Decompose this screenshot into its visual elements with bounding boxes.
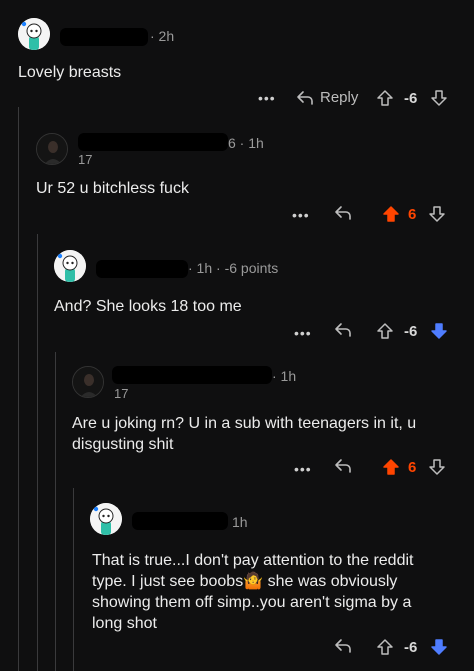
vote-score: 6 bbox=[408, 459, 417, 476]
reply-arrow-icon bbox=[335, 323, 351, 337]
user-avatar[interactable] bbox=[54, 250, 86, 282]
thread-line bbox=[37, 234, 38, 671]
comment-text-line: Are u joking rn? U in a sub with teenage… bbox=[72, 415, 417, 432]
reply-button[interactable] bbox=[334, 458, 352, 474]
more-icon: ••• bbox=[292, 207, 310, 223]
downvote-arrow-icon bbox=[431, 90, 447, 106]
downvote-button[interactable] bbox=[428, 205, 446, 223]
thread-line bbox=[73, 488, 74, 671]
comment-text-line: Ur 52 u bitchless fuck bbox=[36, 180, 189, 197]
downvote-button[interactable] bbox=[428, 458, 446, 476]
redacted-username bbox=[96, 260, 188, 278]
more-options-button[interactable]: ••• bbox=[294, 325, 312, 341]
comment-text-line: disgusting shit bbox=[72, 436, 174, 453]
reply-button[interactable] bbox=[334, 638, 352, 654]
thread-line bbox=[55, 352, 56, 671]
comment-body: Ur 52 u bitchless fuck bbox=[36, 178, 189, 199]
vote-score: 6 bbox=[408, 206, 417, 223]
reply-arrow-icon bbox=[297, 90, 313, 105]
comment-meta: 6 · 1h bbox=[228, 135, 264, 151]
more-icon: ••• bbox=[258, 90, 276, 106]
vote-score: -6 bbox=[404, 323, 418, 340]
redacted-username bbox=[60, 28, 148, 46]
reply-button[interactable] bbox=[334, 322, 352, 338]
thread-line bbox=[18, 107, 19, 671]
comment-text-line: That is true...I don't pay attention to … bbox=[92, 552, 414, 569]
user-flair: 17 bbox=[114, 386, 129, 401]
redacted-username bbox=[132, 512, 228, 530]
comment-body: Lovely breasts bbox=[18, 62, 121, 83]
comment-body: And? She looks 18 too me bbox=[54, 296, 242, 317]
user-avatar[interactable] bbox=[36, 133, 68, 165]
reply-arrow-icon bbox=[335, 639, 351, 653]
snoo-avatar-icon bbox=[18, 18, 50, 50]
upvote-button[interactable] bbox=[376, 89, 394, 107]
upvote-button[interactable] bbox=[382, 458, 400, 476]
comment-text-line: showing them off simp..you aren't sigma … bbox=[92, 594, 412, 611]
upvote-button[interactable] bbox=[376, 322, 394, 340]
downvote-button[interactable] bbox=[430, 89, 448, 107]
downvote-arrow-icon bbox=[431, 639, 447, 655]
redacted-username bbox=[112, 366, 272, 384]
comment-text-line: And? She looks 18 too me bbox=[54, 298, 242, 315]
more-options-button[interactable]: ••• bbox=[258, 90, 276, 106]
profile-photo-icon bbox=[73, 367, 103, 397]
reply-arrow-icon bbox=[335, 459, 351, 473]
upvote-arrow-icon bbox=[377, 639, 393, 655]
upvote-button[interactable] bbox=[382, 205, 400, 223]
vote-score: -6 bbox=[404, 639, 418, 656]
downvote-arrow-icon bbox=[431, 323, 447, 339]
reply-button[interactable] bbox=[334, 205, 352, 221]
comment-meta: · 1h bbox=[272, 368, 297, 384]
upvote-arrow-icon bbox=[383, 459, 399, 475]
comment-body: That is true...I don't pay attention to … bbox=[92, 550, 413, 634]
downvote-button[interactable] bbox=[430, 322, 448, 340]
reply-label: Reply bbox=[320, 89, 359, 106]
comment-meta: 1h bbox=[232, 514, 248, 530]
upvote-arrow-icon bbox=[377, 323, 393, 339]
upvote-button[interactable] bbox=[376, 638, 394, 656]
upvote-arrow-icon bbox=[377, 90, 393, 106]
redacted-username bbox=[78, 133, 228, 151]
reply-button[interactable]: Reply bbox=[296, 89, 358, 106]
comment-text-line: type. I just see boobs🤷 she was obviousl… bbox=[92, 573, 398, 590]
snoo-avatar-icon bbox=[54, 250, 86, 282]
snoo-avatar-icon bbox=[90, 503, 122, 535]
reply-arrow-icon bbox=[335, 206, 351, 220]
user-avatar[interactable] bbox=[18, 18, 50, 50]
more-options-button[interactable]: ••• bbox=[292, 207, 310, 223]
comment-text-line: Lovely breasts bbox=[18, 64, 122, 81]
more-icon: ••• bbox=[294, 325, 312, 341]
downvote-arrow-icon bbox=[429, 459, 445, 475]
more-options-button[interactable]: ••• bbox=[294, 461, 312, 477]
comment-text-line: long shot bbox=[92, 615, 157, 632]
upvote-arrow-icon bbox=[383, 206, 399, 222]
comment-meta: · 2h bbox=[150, 28, 175, 44]
user-avatar[interactable] bbox=[90, 503, 122, 535]
user-flair: 17 bbox=[78, 152, 93, 167]
comment-body: Are u joking rn? U in a sub with teenage… bbox=[72, 413, 416, 455]
vote-score: -6 bbox=[404, 90, 418, 107]
user-avatar[interactable] bbox=[72, 366, 104, 398]
downvote-button[interactable] bbox=[430, 638, 448, 656]
more-icon: ••• bbox=[294, 461, 312, 477]
downvote-arrow-icon bbox=[429, 206, 445, 222]
profile-photo-icon bbox=[37, 134, 67, 164]
comment-meta: · 1h · -6 points bbox=[188, 260, 279, 276]
